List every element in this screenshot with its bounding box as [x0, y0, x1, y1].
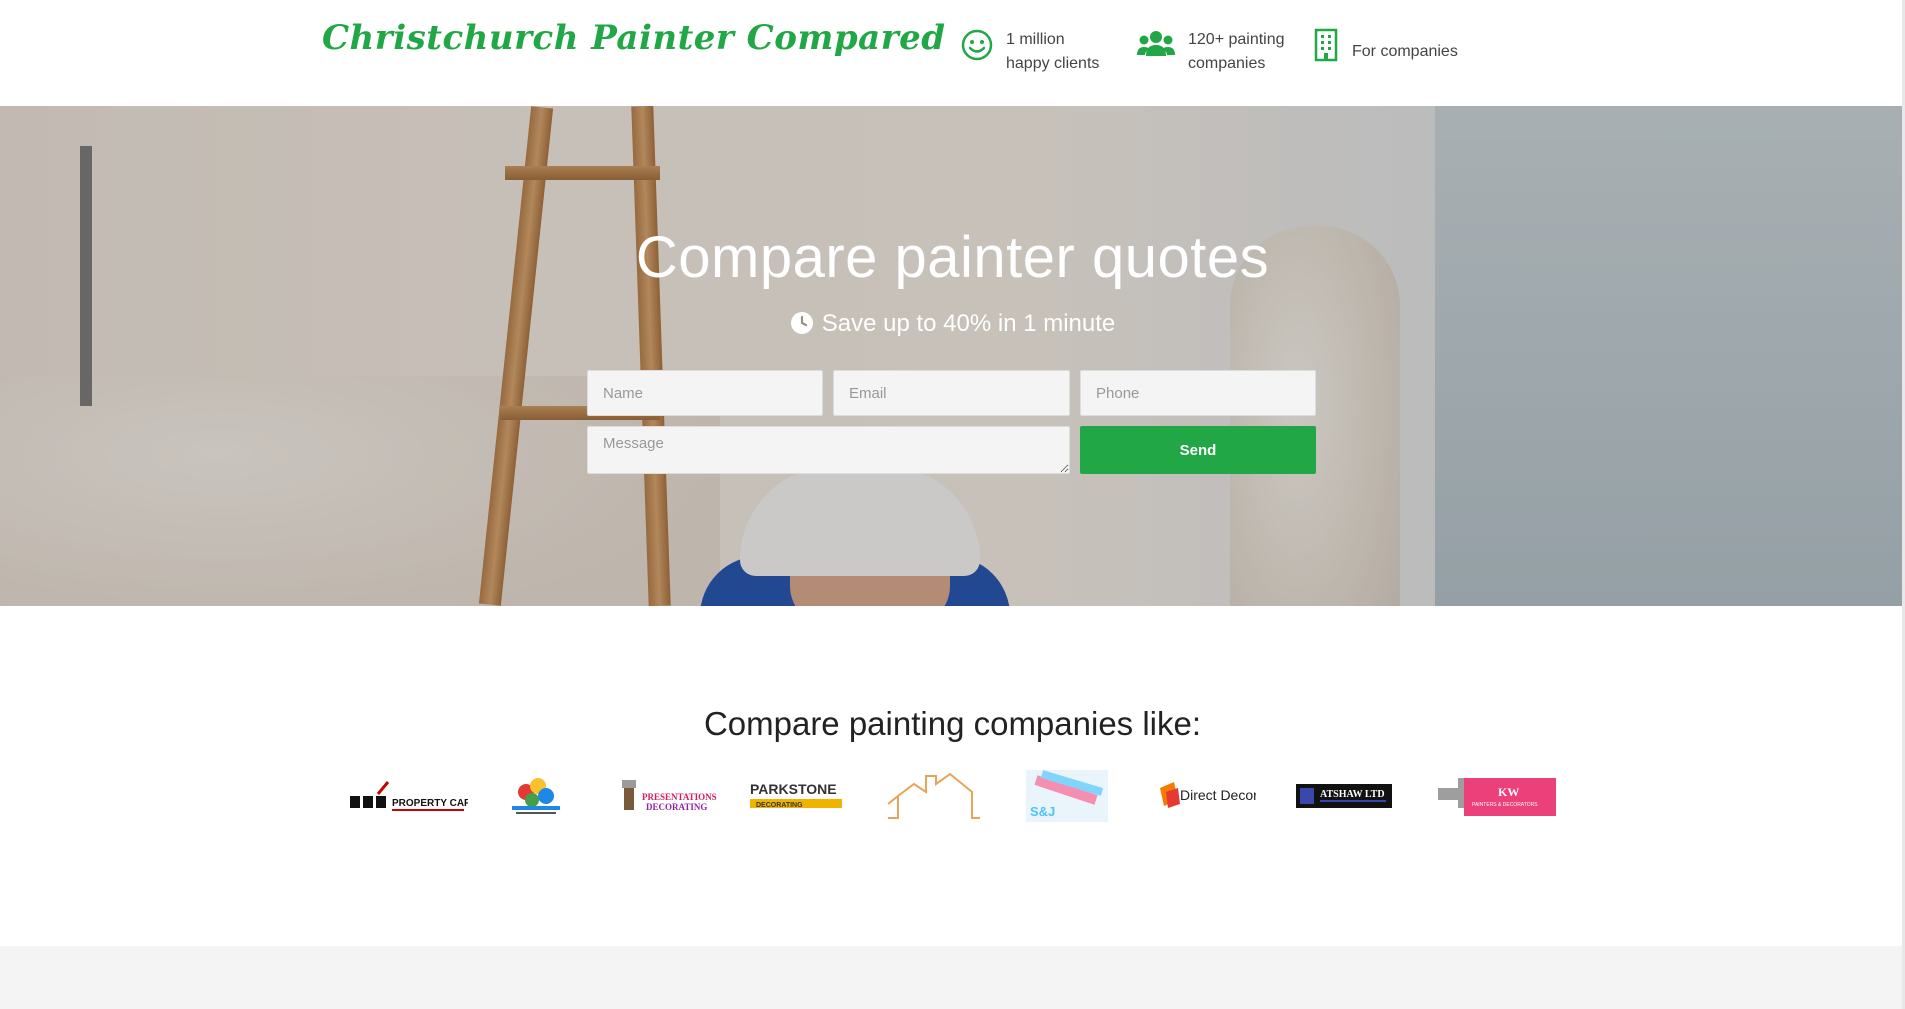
svg-text:PRESENTATIONS: PRESENTATIONS: [642, 792, 717, 802]
svg-text:PARKSTONE: PARKSTONE: [750, 781, 837, 797]
smile-icon: [960, 28, 994, 62]
company-logo: KW PAINTERS & DECORATORS: [1438, 768, 1558, 824]
company-logo: ATSHAW LTD: [1296, 768, 1392, 824]
company-logo: Direct Decor: [1156, 768, 1256, 824]
stat-happy-clients: 1 million happy clients: [960, 28, 1099, 76]
building-icon: [1312, 28, 1340, 62]
svg-text:Direct Decor: Direct Decor: [1180, 787, 1256, 803]
hero-section: Compare painter quotes Save up to 40% in…: [0, 106, 1905, 606]
svg-text:S&J: S&J: [1030, 804, 1055, 819]
svg-text:KW: KW: [1498, 785, 1519, 799]
svg-text:DECORATING: DECORATING: [756, 802, 803, 809]
company-logo: [886, 768, 982, 824]
hero-overlay: [0, 106, 1905, 606]
message-input[interactable]: [587, 426, 1070, 474]
for-companies-link[interactable]: For companies: [1312, 28, 1458, 64]
company-logo: PARKSTONE DECORATING: [748, 768, 848, 824]
stat-text: 120+ painting companies: [1188, 28, 1285, 76]
stat-text: 1 million happy clients: [1006, 28, 1099, 76]
name-input[interactable]: [587, 370, 823, 416]
clock-icon: [790, 311, 814, 335]
site-header: Christchurch Painter Compared 1 million …: [0, 0, 1905, 106]
companies-title: Compare painting companies like:: [703, 705, 1202, 742]
svg-text:PAINTERS & DECORATORS: PAINTERS & DECORATORS: [1472, 802, 1538, 808]
send-button[interactable]: Send: [1080, 426, 1316, 474]
company-logo: PRESENTATIONS DECORATING: [620, 768, 720, 824]
stat-painting-companies: 120+ painting companies: [1136, 28, 1285, 76]
stat-line2: happy clients: [1006, 55, 1100, 72]
hero-subtitle: Save up to 40% in 1 minute: [0, 310, 1905, 338]
stat-line1: For companies: [1352, 43, 1458, 60]
site-logo[interactable]: Christchurch Painter Compared: [322, 18, 946, 58]
svg-text:ATSHAW LTD: ATSHAW LTD: [1320, 789, 1385, 800]
company-logo: [508, 768, 564, 824]
users-icon: [1136, 28, 1176, 62]
footer-band: [0, 946, 1905, 1009]
company-logos: PROPERTY CARE PRESENTATIONS DECORATING P…: [340, 768, 1565, 824]
email-input[interactable]: [833, 370, 1070, 416]
svg-text:DECORATING: DECORATING: [646, 802, 707, 812]
stat-line1: 120+ painting: [1188, 31, 1285, 48]
svg-text:PROPERTY CARE: PROPERTY CARE: [392, 798, 468, 809]
company-logo: S&J: [1026, 768, 1108, 824]
hero-title: Compare painter quotes: [635, 225, 1270, 290]
hero-subtitle-text: Save up to 40% in 1 minute: [821, 310, 1116, 337]
stat-line1: 1 million: [1006, 31, 1065, 48]
company-logo: PROPERTY CARE: [348, 768, 468, 824]
stat-text: For companies: [1352, 40, 1458, 64]
phone-input[interactable]: [1080, 370, 1316, 416]
stat-line2: companies: [1188, 55, 1266, 72]
